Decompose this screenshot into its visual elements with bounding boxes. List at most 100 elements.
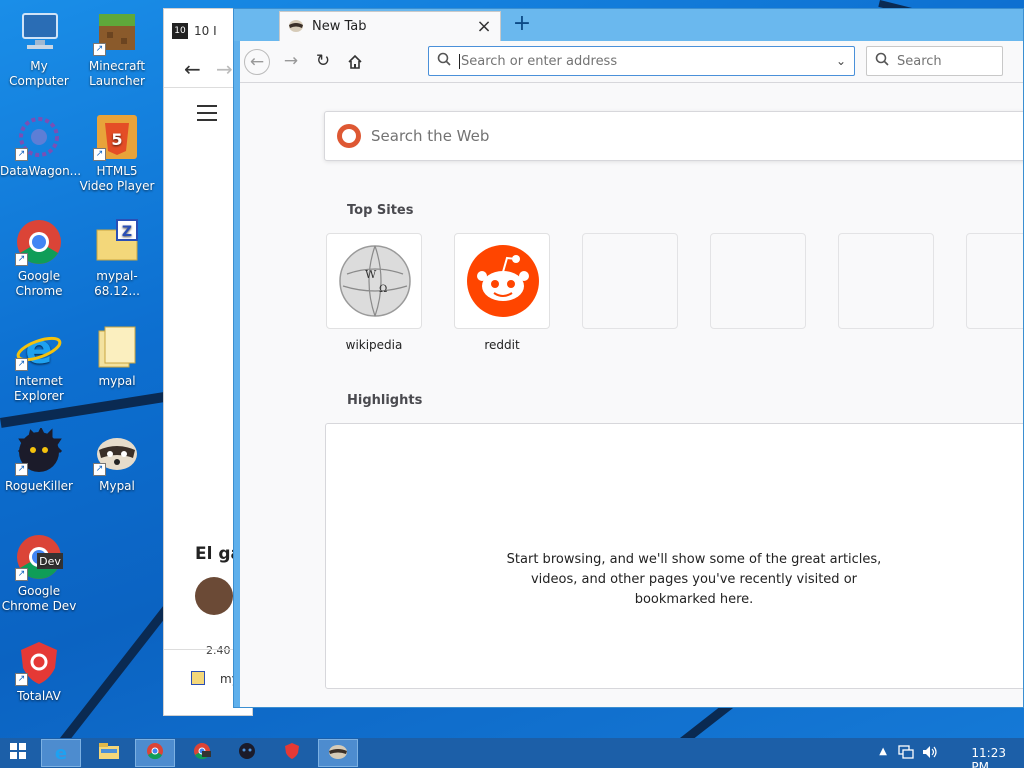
chevron-down-icon[interactable]: ⌄ xyxy=(836,54,846,68)
web-search-placeholder: Search the Web xyxy=(371,127,490,145)
desktop-icon-google-chrome-dev[interactable]: Dev ↗ Google Chrome Dev xyxy=(0,533,78,614)
desktop-icon-datawagon[interactable]: ↗ DataWagon... xyxy=(0,113,82,179)
shortcut-arrow-icon: ↗ xyxy=(93,148,106,161)
top-sites-heading: Top Sites xyxy=(347,203,414,218)
shortcut-arrow-icon: ↗ xyxy=(15,253,28,266)
browser-window[interactable]: New Tab × + ← → ↻ Search or enter addres… xyxy=(233,8,1024,708)
desktop-icon-google-chrome[interactable]: ↗ Google Chrome xyxy=(0,218,78,299)
highlights-panel: Start browsing, and we'll show some of t… xyxy=(325,423,1023,689)
author-avatar xyxy=(195,577,233,615)
back-arrow-icon: ← xyxy=(249,52,265,72)
shortcut-arrow-icon: ↗ xyxy=(15,568,28,581)
chrome-icon xyxy=(146,742,164,764)
zip-file-icon xyxy=(191,671,205,685)
tab-title: New Tab xyxy=(312,19,367,34)
search-icon xyxy=(875,52,889,70)
desktop-icon-mypal-archive[interactable]: Z mypal-68.12... xyxy=(78,218,156,299)
start-button[interactable] xyxy=(0,739,36,767)
reddit-icon xyxy=(455,245,551,334)
top-site-tile-empty xyxy=(838,233,934,329)
shortcut-arrow-icon: ↗ xyxy=(15,358,28,371)
top-site-tile-empty xyxy=(710,233,806,329)
new-tab-button[interactable]: + xyxy=(510,13,534,37)
taskbar-google-chrome[interactable] xyxy=(135,739,175,767)
windows-logo-icon xyxy=(10,743,26,763)
desktop-icon-label: DataWagon... xyxy=(0,164,82,178)
shortcut-arrow-icon: ↗ xyxy=(15,148,28,161)
desktop-icon-label: Mypal xyxy=(99,479,135,493)
folder-icon xyxy=(99,743,119,763)
desktop-icon-label: mypal-68.12... xyxy=(94,269,140,298)
search-bar[interactable]: Search xyxy=(866,46,1003,76)
wikipedia-globe-icon: WΩ xyxy=(327,245,423,334)
taskbar-file-explorer[interactable] xyxy=(89,739,129,767)
svg-text:Z: Z xyxy=(122,224,132,240)
mypal-raccoon-icon: ↗ xyxy=(93,428,141,476)
shortcut-arrow-icon: ↗ xyxy=(15,673,28,686)
hamburger-menu-icon[interactable] xyxy=(197,105,217,121)
comment-count: 2.40 xyxy=(206,644,231,657)
desktop-icon-label: mypal xyxy=(98,374,136,388)
reload-icon: ↻ xyxy=(315,51,331,71)
svg-text:W: W xyxy=(365,268,377,281)
svg-text:Dev: Dev xyxy=(39,555,61,568)
minecraft-icon: ↗ xyxy=(93,8,141,56)
desktop-icon-mypal[interactable]: ↗ Mypal xyxy=(78,428,156,494)
home-button[interactable] xyxy=(342,49,368,75)
desktop-icon-label: RogueKiller xyxy=(5,479,73,493)
clock[interactable]: 11:23 PM xyxy=(971,746,1006,768)
site-logo-icon: 10 xyxy=(172,23,188,39)
internet-explorer-icon: e ↗ xyxy=(15,323,63,373)
desktop-icon-minecraft-launcher[interactable]: ↗ Minecraft Launcher xyxy=(78,8,156,89)
internet-explorer-icon: e xyxy=(54,742,68,764)
desktop-icon-label: TotalAV xyxy=(17,689,61,703)
folder-icon xyxy=(93,323,141,371)
tab-new-tab[interactable]: New Tab × xyxy=(279,11,501,41)
desktop-icon-label: Google Chrome xyxy=(15,269,63,298)
address-bar[interactable]: Search or enter address ⌄ xyxy=(428,46,855,76)
taskbar-roguekiller[interactable] xyxy=(227,739,267,767)
chrome-dev-icon xyxy=(193,742,211,764)
duckduckgo-icon xyxy=(337,124,361,148)
chevron-up-icon[interactable]: ▲ xyxy=(879,746,887,757)
forward-arrow-icon[interactable]: → xyxy=(216,57,233,81)
desktop-icon-html5-video-player[interactable]: 5 ↗ HTML5 Video Player xyxy=(78,113,156,194)
back-arrow-icon[interactable]: ← xyxy=(184,57,201,81)
home-icon xyxy=(347,54,363,75)
svg-text:5: 5 xyxy=(111,130,122,149)
desktop-icon-label: My Computer xyxy=(9,59,69,88)
html5-icon: 5 ↗ xyxy=(93,113,141,161)
close-tab-icon[interactable]: × xyxy=(476,16,492,37)
web-search-input[interactable]: Search the Web xyxy=(324,111,1023,161)
forward-arrow-icon: → xyxy=(283,51,299,71)
totalav-shield-icon xyxy=(284,742,300,764)
top-site-tile-reddit[interactable] xyxy=(454,233,550,329)
taskbar-mypal[interactable] xyxy=(318,739,358,767)
top-site-label: wikipedia xyxy=(345,338,403,352)
volume-icon[interactable] xyxy=(922,745,938,762)
desktop-icon-mypal-folder[interactable]: mypal xyxy=(78,323,156,389)
mypal-raccoon-icon xyxy=(288,17,304,37)
top-site-tile-wikipedia[interactable]: WΩ xyxy=(326,233,422,329)
taskbar-totalav[interactable] xyxy=(272,739,312,767)
shortcut-arrow-icon: ↗ xyxy=(15,463,28,476)
datawagon-icon: ↗ xyxy=(15,113,63,161)
taskbar-chrome-dev[interactable] xyxy=(182,739,222,767)
taskbar-internet-explorer[interactable]: e xyxy=(41,739,81,767)
desktop-icon-label: Internet Explorer xyxy=(14,374,64,403)
network-icon[interactable] xyxy=(898,745,914,762)
computer-icon xyxy=(15,8,63,56)
navigation-toolbar: ← → ↻ Search or enter address ⌄ Search xyxy=(240,41,1023,83)
reload-button[interactable]: ↻ xyxy=(310,49,336,75)
desktop-icon-roguekiller[interactable]: ↗ RogueKiller xyxy=(0,426,78,494)
top-site-tile-empty xyxy=(966,233,1023,329)
desktop-icon-internet-explorer[interactable]: e ↗ Internet Explorer xyxy=(0,323,78,404)
back-button[interactable]: ← xyxy=(244,49,270,75)
desktop-icon-totalav[interactable]: ↗ TotalAV xyxy=(0,638,78,704)
desktop-icon-my-computer[interactable]: My Computer xyxy=(0,8,78,89)
search-bar-placeholder: Search xyxy=(897,53,942,69)
background-tab[interactable]: 10 10 I xyxy=(172,23,217,39)
forward-button[interactable]: → xyxy=(278,49,304,75)
new-tab-page: Search the Web Top Sites WΩ wikipedia re… xyxy=(240,83,1023,707)
chrome-icon: ↗ xyxy=(15,218,63,266)
